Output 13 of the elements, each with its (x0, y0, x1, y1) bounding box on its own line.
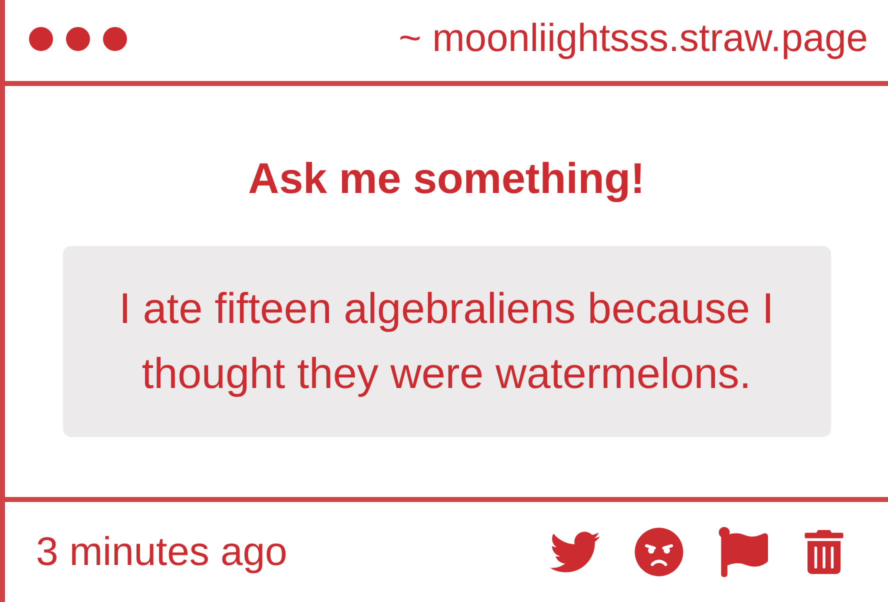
angry-face-button[interactable] (634, 527, 684, 577)
window-dot-icon (66, 26, 90, 50)
angry-face-icon (634, 527, 684, 577)
trash-icon (802, 530, 846, 574)
answer-text: I ate fifteen algebraliens because I thought they were watermelons. (118, 284, 775, 400)
flag-icon (718, 527, 768, 577)
timestamp: 3 minutes ago (36, 529, 288, 576)
window-dot-icon (29, 26, 53, 50)
flag-button[interactable] (718, 527, 768, 577)
page-url: ~ moonliightsss.straw.page (398, 16, 868, 62)
prompt-title: Ask me something! (248, 154, 645, 205)
trash-button[interactable] (802, 530, 846, 574)
window-dot-icon (103, 26, 127, 50)
